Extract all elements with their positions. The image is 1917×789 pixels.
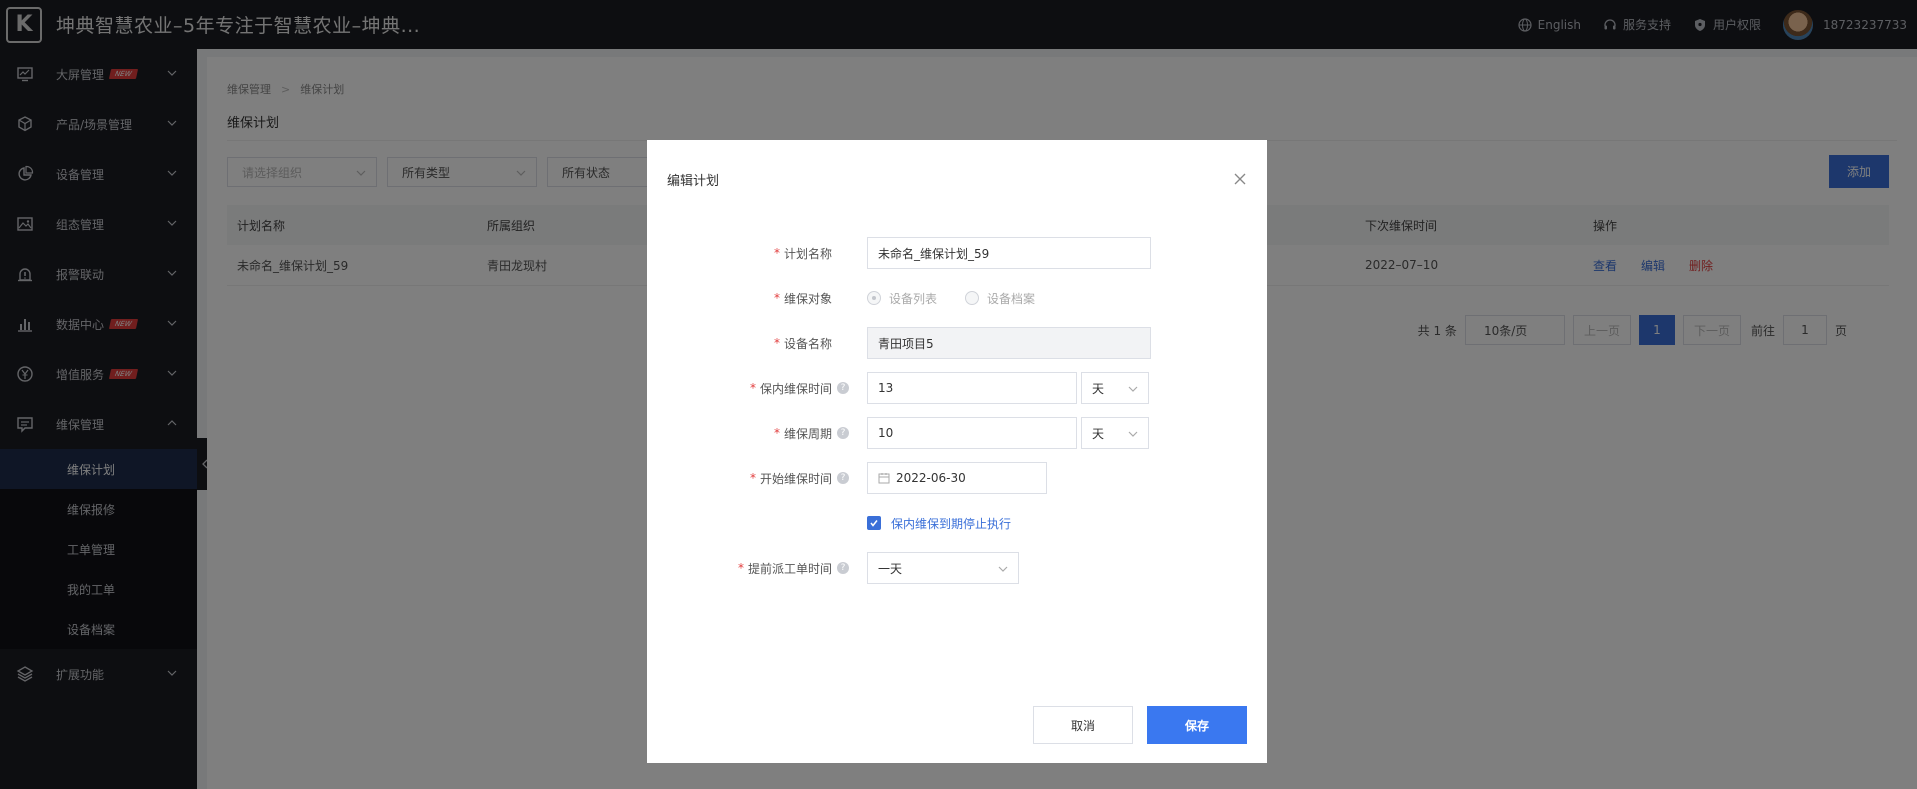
help-icon[interactable]: ? [837,382,849,394]
plan-name-input[interactable]: 未命名_维保计划_59 [867,237,1151,269]
advance-select-value: 一天 [878,561,903,576]
form-row-start-time: * 开始维保时间 ? 2022-06-30 [647,462,1267,494]
start-date-picker[interactable]: 2022-06-30 [867,462,1047,494]
cycle-unit-value: 天 [1092,426,1105,441]
chevron-down-icon [1128,431,1138,437]
chevron-down-icon [1128,386,1138,392]
radio-device-list[interactable]: 设备列表 [867,290,937,307]
advance-select[interactable]: 一天 [867,552,1019,584]
cancel-button[interactable]: 取消 [1033,706,1133,744]
plan-name-label: * 计划名称 [773,246,832,261]
dialog-title: 编辑计划 [667,174,720,189]
form-row-warranty-time: * 保内维保时间 ? 13 天 [647,372,1267,404]
stop-on-expiry-label: 保内维保到期停止执行 [891,516,1012,531]
help-icon[interactable]: ? [837,427,849,439]
target-radio-group: 设备列表 设备档案 [867,282,1063,314]
advance-label: * 提前派工单时间 [737,561,832,576]
save-button[interactable]: 保存 [1147,706,1247,744]
warranty-unit-select[interactable]: 天 [1081,372,1149,404]
warranty-time-label: * 保内维保时间 [749,381,832,396]
form-row-plan-name: * 计划名称 未命名_维保计划_59 [647,237,1267,269]
calendar-icon [878,473,890,484]
edit-plan-dialog: 编辑计划 * 计划名称 未命名_维保计划_59 * 维保对象 设备列表 设备档案 *… [647,140,1267,763]
warranty-time-control: 13 天 [867,372,1149,404]
cycle-label: * 维保周期 [773,426,832,441]
warranty-unit-value: 天 [1092,381,1105,396]
close-icon[interactable] [1233,172,1247,186]
warranty-time-input[interactable]: 13 [867,372,1077,404]
start-date-value: 2022-06-30 [896,471,966,485]
cycle-control: 10 天 [867,417,1149,449]
form-row-target: * 维保对象 设备列表 设备档案 [647,282,1267,314]
radio-device-archive[interactable]: 设备档案 [965,290,1035,307]
form-row-cycle: * 维保周期 ? 10 天 [647,417,1267,449]
help-icon[interactable]: ? [837,562,849,574]
help-icon[interactable]: ? [837,472,849,484]
form-row-stop-checkbox: 保内维保到期停止执行 [647,507,1267,539]
chevron-down-icon [998,566,1008,572]
cycle-input[interactable]: 10 [867,417,1077,449]
checkbox-checked-icon [867,516,881,530]
form-row-device-name: * 设备名称 青田项目5 [647,327,1267,359]
start-time-label: * 开始维保时间 [749,471,832,486]
cycle-unit-select[interactable]: 天 [1081,417,1149,449]
stop-on-expiry-checkbox[interactable]: 保内维保到期停止执行 [867,507,1011,539]
form-row-advance: * 提前派工单时间 ? 一天 [647,552,1267,584]
device-name-label: * 设备名称 [773,336,832,351]
target-label: * 维保对象 [773,291,832,306]
device-name-input[interactable]: 青田项目5 [867,327,1151,359]
